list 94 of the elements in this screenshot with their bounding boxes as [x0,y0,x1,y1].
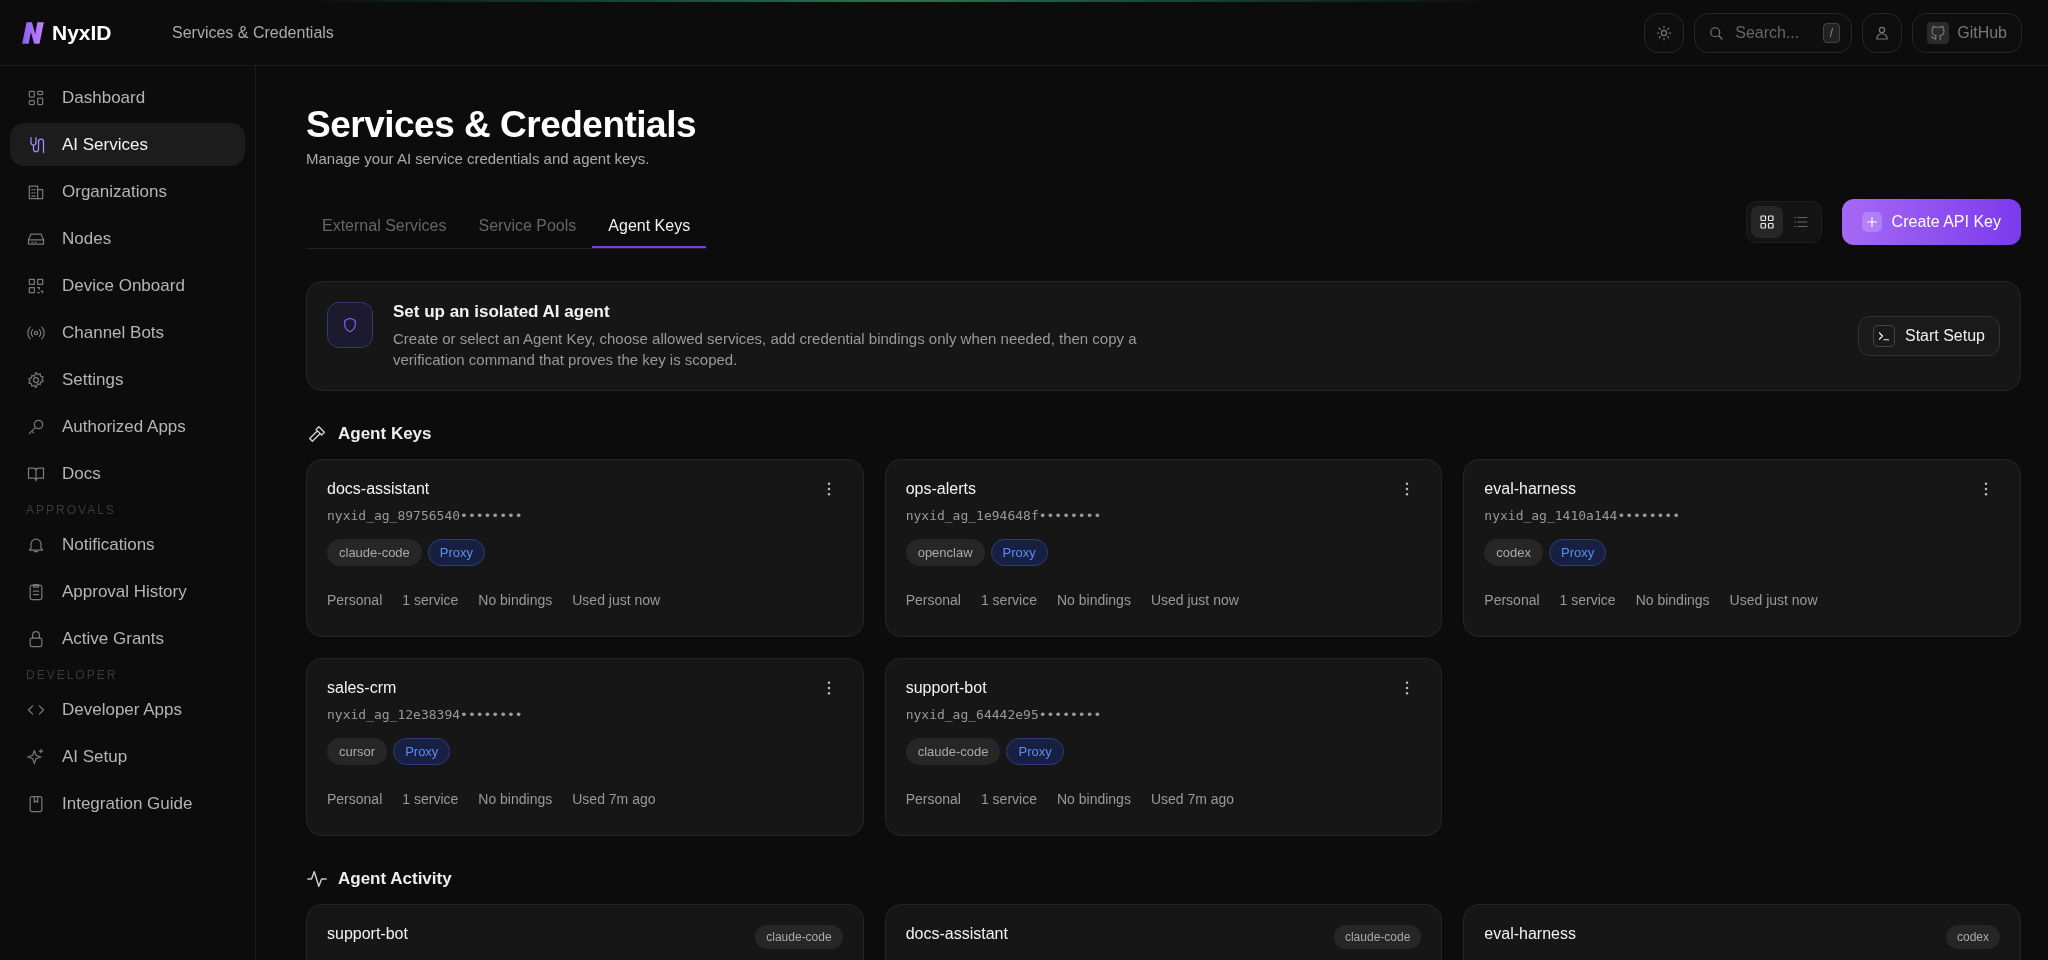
sidebar-item[interactable]: Developer Apps [10,688,245,731]
sidebar-item[interactable]: Approval History [10,570,245,613]
logo-icon [20,19,46,46]
card-meta: Personal [327,791,383,807]
card-meta: Used just now [1150,592,1239,608]
sidebar-item[interactable]: Docs [10,452,245,495]
github-icon [1929,23,1948,42]
mode-tag: Proxy [393,738,451,765]
card-meta: 1 service [1559,592,1616,608]
client-tag: claude-code [905,738,1001,765]
card-meta: No bindings [478,592,553,608]
client-tag: claude-code [1333,925,1422,949]
client-tag: codex [1945,925,2000,949]
agent-name: docs-assistant [905,925,1008,943]
agent-key-name: ops-alerts [905,480,976,498]
more-options-icon[interactable] [826,482,831,496]
page-title: Services & Credentials [306,104,698,146]
card-meta: Used just now [1729,592,1818,608]
agent-key-name: docs-assistant [327,480,430,498]
sidebar-item[interactable]: Nodes [10,217,245,260]
sidebar-item[interactable]: Organizations [10,170,245,213]
card-meta: No bindings [478,791,553,807]
mode-tag: Proxy [1549,539,1607,566]
sparkle-icon [26,746,46,767]
page-subtitle: Manage your AI service credentials and agent keys. [306,150,651,167]
agent-key-name: eval-harness [1484,480,1576,498]
mode-tag: Proxy [427,539,486,566]
card-meta: Used 7m ago [572,791,656,807]
card-meta: 1 service [402,791,459,807]
agent-key-card[interactable]: sales-crm nyxid_ag_12e38394•••••••• cursor Proxy Personal 1 service No bindings Used 7m ago [306,658,864,836]
more-options-icon[interactable] [1405,681,1410,695]
card-meta: 1 service [402,592,459,608]
masked-key: nyxid_ag_64442e95•••••••• [905,707,1422,722]
agent-key-card[interactable]: ops-alerts nyxid_ag_1e94648f•••••••• openclaw Proxy Personal 1 service No bindings Used just now [884,459,1443,637]
sidebar-item[interactable]: Dashboard [10,76,245,119]
masked-key: nyxid_ag_1e94648f•••••••• [905,508,1422,523]
brand-name: NyxID [52,20,112,45]
sidebar-item[interactable]: AI Setup [10,735,245,778]
card-meta: 1 service [980,791,1037,807]
client-tag: openclaw [905,539,985,566]
client-tag: cursor [327,738,388,765]
client-tag: claude-code [755,925,843,949]
theme-toggle-button[interactable] [1644,12,1685,53]
banner-title: Set up an isolated AI agent [393,302,611,322]
card-meta: No bindings [1056,592,1131,608]
settings-icon [26,369,46,390]
agent-key-card[interactable]: docs-assistant nyxid_ag_89756540•••••••• claude-code Proxy Personal 1 service No bindings Used just now [306,459,864,637]
card-meta: Personal [1484,592,1540,608]
shield-icon [327,302,373,348]
agent-key-name: support-bot [905,679,987,697]
banner-description: Create or select an Agent Key, choose allowed services, add credential bindings only when needed, then copy a verification command that proves the key is scoped. [393,329,1138,370]
more-options-icon[interactable] [1405,482,1410,496]
client-tag: claude-code [327,539,422,566]
sidebar-item[interactable]: Notifications [10,523,245,566]
sidebar-item[interactable]: AI Services [10,123,245,166]
agent-key-card[interactable]: support-bot nyxid_ag_64442e95•••••••• claude-code Proxy Personal 1 service No bindings Used 7m ago [884,658,1443,836]
card-meta: No bindings [1635,592,1710,608]
tab[interactable]: Agent Keys [592,205,707,248]
card-meta: 1 service [980,592,1037,608]
agent-name: eval-harness [1484,925,1576,943]
agent-key-name: sales-crm [327,679,397,697]
sidebar-item[interactable]: Device Onboard [10,264,245,307]
breadcrumb: Services & Credentials [172,23,334,42]
section-heading: Agent Activity [338,869,452,889]
grid-view-button[interactable] [1750,206,1783,238]
activity-icon [306,868,328,890]
masked-key: nyxid_ag_12e38394•••••••• [327,707,843,722]
sidebar-item[interactable]: Integration Guide [10,782,245,825]
more-options-icon[interactable] [1984,482,1988,496]
mode-tag: Proxy [1006,738,1064,765]
card-meta: No bindings [1056,791,1131,807]
hammer-icon [306,423,328,445]
create-api-key-button[interactable]: Create API Key [1841,199,2021,245]
mode-tag: Proxy [990,539,1048,566]
card-meta: Personal [327,592,383,608]
sidebar-item[interactable]: Active Grants [10,617,245,660]
card-meta: Personal [905,592,961,608]
more-options-icon[interactable] [826,681,831,695]
masked-key: nyxid_ag_89756540•••••••• [327,508,843,523]
sidebar-item[interactable]: Channel Bots [10,311,245,354]
github-button[interactable]: GitHub [1912,12,2022,53]
sidebar-item[interactable]: Authorized Apps [10,405,245,448]
card-meta: Personal [905,791,961,807]
start-setup-button[interactable]: Start Setup [1857,316,2000,356]
card-meta: Used 7m ago [1150,791,1235,807]
client-tag: codex [1484,539,1544,566]
agent-key-card[interactable]: eval-harness nyxid_ag_1410a144•••••••• codex Proxy Personal 1 service No bindings Used just now [1463,459,2021,637]
card-meta: Used just now [572,592,661,608]
sun-icon [1655,23,1674,42]
masked-key: nyxid_ag_1410a144•••••••• [1484,508,2000,523]
agent-name: support-bot [327,925,408,943]
sidebar-item[interactable]: Settings [10,358,245,401]
grid-icon [1757,213,1776,231]
section-heading: Agent Keys [338,424,432,444]
